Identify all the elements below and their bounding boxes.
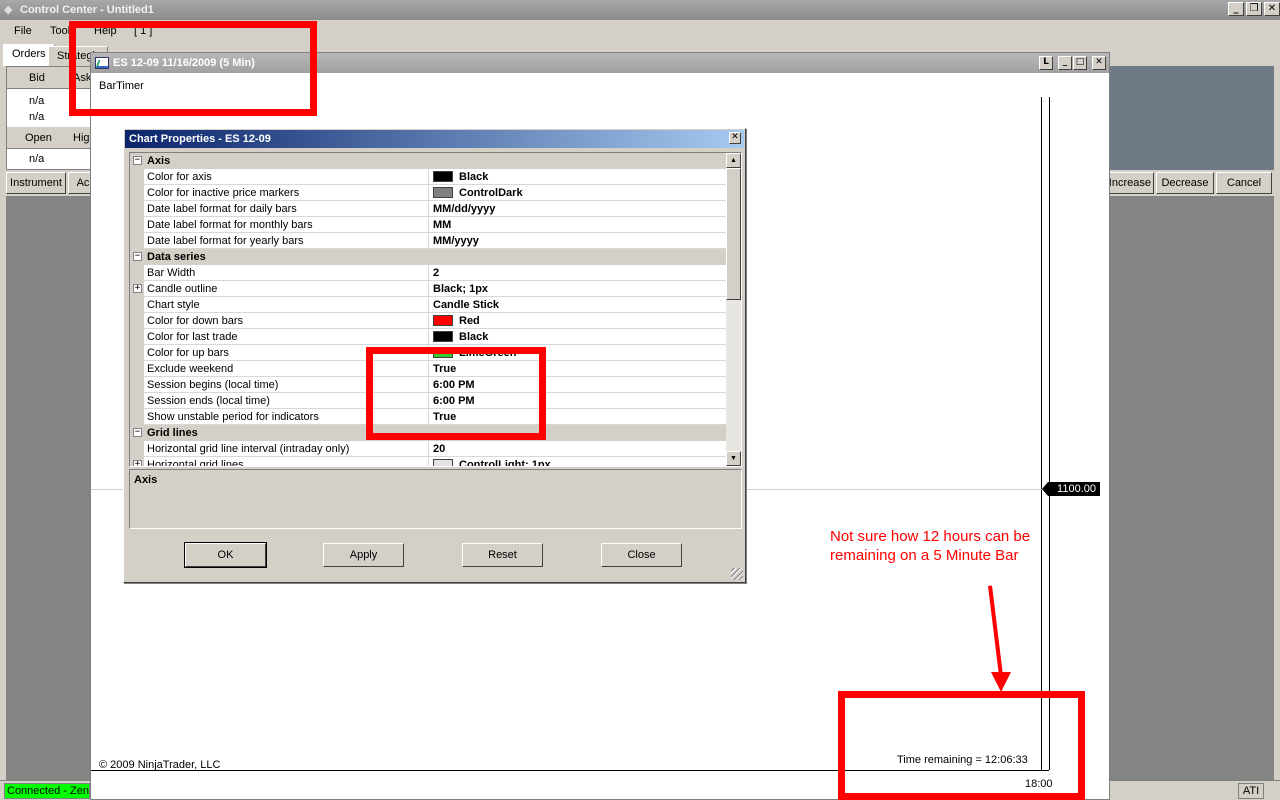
property-value[interactable]: Black bbox=[428, 329, 726, 344]
property-value[interactable]: MM/yyyy bbox=[428, 233, 726, 248]
chart-close-button[interactable]: ✕ bbox=[1092, 56, 1106, 70]
price-marker: 1100.00 bbox=[1042, 482, 1100, 496]
reset-button[interactable]: Reset bbox=[462, 543, 543, 567]
description-title: Axis bbox=[134, 474, 158, 486]
property-row[interactable]: + Candle outline Black; 1px bbox=[130, 281, 726, 297]
apply-button[interactable]: Apply bbox=[323, 543, 404, 567]
property-description-pane: Axis bbox=[129, 469, 742, 529]
chart-minimize-button[interactable]: _ bbox=[1058, 56, 1072, 70]
open-high-header: Open High bbox=[7, 127, 96, 149]
color-swatch bbox=[433, 171, 453, 182]
annotation-box-bartimer bbox=[69, 21, 317, 116]
bid-value: n/a bbox=[29, 95, 45, 107]
property-grid-scrollbar[interactable]: ▲ ▼ bbox=[726, 153, 741, 466]
dialog-close-button[interactable]: Close bbox=[601, 543, 682, 567]
property-value[interactable]: ControlLight; 1px bbox=[428, 457, 726, 466]
property-value[interactable]: 20 bbox=[428, 441, 726, 456]
property-row[interactable]: Date label format for daily bars MM/dd/y… bbox=[130, 201, 726, 217]
resize-grip-icon[interactable] bbox=[731, 568, 743, 580]
scroll-up-icon[interactable]: ▲ bbox=[726, 153, 741, 168]
connection-status: Connected - Zen-Fire bbox=[4, 783, 90, 799]
dialog-close-icon[interactable]: ✕ bbox=[729, 132, 741, 144]
main-caption-buttons: _ ❐ ✕ bbox=[1228, 2, 1280, 16]
category-data-series[interactable]: − Data series bbox=[130, 249, 726, 265]
property-row[interactable]: Horizontal grid line interval (intraday … bbox=[130, 441, 726, 457]
property-row[interactable]: Color for inactive price markers Control… bbox=[130, 185, 726, 201]
collapse-icon[interactable]: − bbox=[133, 156, 142, 165]
close-button[interactable]: ✕ bbox=[1264, 2, 1280, 16]
annotation-note: Not sure how 12 hours can be remaining o… bbox=[830, 528, 1031, 564]
instrument-button[interactable]: Instrument bbox=[6, 172, 66, 194]
scroll-down-icon[interactable]: ▼ bbox=[726, 451, 741, 466]
property-value[interactable]: Black bbox=[428, 169, 726, 184]
property-row[interactable]: Color for last trade Black bbox=[130, 329, 726, 345]
collapse-icon[interactable]: − bbox=[133, 252, 142, 261]
account-indicator: ATI bbox=[1238, 783, 1264, 799]
property-row[interactable]: Date label format for monthly bars MM bbox=[130, 217, 726, 233]
minimize-button[interactable]: _ bbox=[1228, 2, 1244, 16]
bid-header: Bid bbox=[29, 72, 45, 84]
scroll-thumb[interactable] bbox=[726, 168, 741, 300]
property-value[interactable]: Candle Stick bbox=[428, 297, 726, 312]
annotation-box-session bbox=[366, 347, 546, 440]
property-value[interactable]: MM bbox=[428, 217, 726, 232]
ok-button[interactable]: OK bbox=[184, 542, 267, 568]
property-value[interactable]: Red bbox=[428, 313, 726, 328]
cancel-button[interactable]: Cancel bbox=[1216, 172, 1272, 194]
color-swatch bbox=[433, 187, 453, 198]
property-row[interactable]: Color for axis Black bbox=[130, 169, 726, 185]
expand-icon[interactable]: + bbox=[133, 284, 142, 293]
annotation-box-time-remaining bbox=[838, 691, 1085, 800]
restore-button[interactable]: ❐ bbox=[1246, 2, 1262, 16]
dialog-title: Chart Properties - ES 12-09 bbox=[129, 133, 271, 145]
arrow-head-icon bbox=[991, 672, 1011, 692]
property-row[interactable]: Date label format for yearly bars MM/yyy… bbox=[130, 233, 726, 249]
property-value[interactable]: ControlDark bbox=[428, 185, 726, 200]
property-row[interactable]: + Horizontal grid lines ControlLight; 1p… bbox=[130, 457, 726, 466]
chart-maximize-button[interactable]: □ bbox=[1073, 56, 1087, 70]
expand-icon[interactable]: + bbox=[133, 460, 142, 466]
dialog-title-bar[interactable]: Chart Properties - ES 12-09 ✕ bbox=[125, 130, 744, 148]
property-value[interactable]: 2 bbox=[428, 265, 726, 280]
property-value[interactable]: Black; 1px bbox=[428, 281, 726, 296]
tab-orders[interactable]: Orders bbox=[3, 44, 55, 66]
chart-border-line bbox=[1041, 97, 1042, 770]
link-button[interactable]: L bbox=[1039, 56, 1053, 70]
diamond-app-icon: ◆ bbox=[4, 4, 13, 16]
open-header: Open bbox=[25, 132, 52, 144]
price-axis-line bbox=[1049, 97, 1050, 770]
open-value: n/a bbox=[29, 153, 45, 165]
main-window-title: Control Center - Untitled1 bbox=[20, 4, 154, 16]
bid-value-2: n/a bbox=[29, 111, 45, 123]
color-swatch bbox=[433, 315, 453, 326]
property-row[interactable]: Bar Width 2 bbox=[130, 265, 726, 281]
color-swatch bbox=[433, 331, 453, 342]
property-row[interactable]: Chart style Candle Stick bbox=[130, 297, 726, 313]
color-swatch bbox=[433, 459, 453, 466]
category-axis[interactable]: − Axis bbox=[130, 153, 726, 169]
decrease-button[interactable]: Decrease bbox=[1156, 172, 1214, 194]
property-value[interactable]: MM/dd/yyyy bbox=[428, 201, 726, 216]
main-title-bar[interactable]: ◆ Control Center - Untitled1 _ ❐ ✕ bbox=[0, 0, 1280, 20]
property-row[interactable]: Color for down bars Red bbox=[130, 313, 726, 329]
copyright-label: © 2009 NinjaTrader, LLC bbox=[99, 759, 221, 771]
menu-file[interactable]: File bbox=[14, 25, 32, 37]
collapse-icon[interactable]: − bbox=[133, 428, 142, 437]
orders-grid-background bbox=[1110, 66, 1274, 170]
